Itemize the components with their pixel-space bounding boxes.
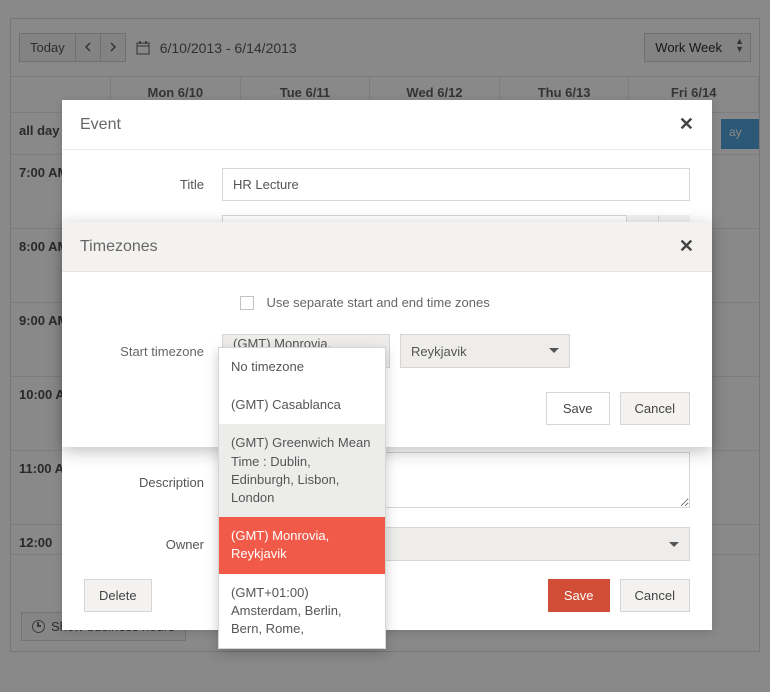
title-label: Title [84, 177, 222, 192]
timezones-modal-title: Timezones [80, 238, 679, 256]
timezone-dropdown-list[interactable]: No timezone (GMT) Casablanca (GMT) Green… [218, 347, 386, 649]
timezone-option[interactable]: (GMT+01:00) Amsterdam, Berlin, Bern, Rom… [219, 574, 385, 649]
description-label: Description [84, 475, 222, 490]
separate-tz-checkbox[interactable] [240, 296, 254, 310]
separate-tz-label: Use separate start and end time zones [266, 295, 489, 310]
cancel-button[interactable]: Cancel [620, 579, 690, 612]
city-dropdown-value: Reykjavik [411, 344, 467, 359]
delete-button[interactable]: Delete [84, 579, 152, 612]
close-icon[interactable]: ✕ [679, 236, 694, 257]
title-input[interactable] [222, 168, 690, 201]
tz-save-button[interactable]: Save [546, 392, 610, 425]
owner-label: Owner [84, 537, 222, 552]
timezone-option[interactable]: (GMT) Casablanca [219, 386, 385, 424]
timezones-modal: Timezones ✕ Use separate start and end t… [62, 222, 712, 447]
city-dropdown[interactable]: Reykjavik [400, 334, 570, 368]
timezone-option-selected[interactable]: (GMT) Monrovia, Reykjavik [219, 517, 385, 573]
save-button[interactable]: Save [548, 579, 610, 612]
tz-cancel-button[interactable]: Cancel [620, 392, 690, 425]
timezone-option[interactable]: No timezone [219, 348, 385, 386]
event-modal-title: Event [80, 116, 679, 134]
close-icon[interactable]: ✕ [679, 114, 694, 135]
timezone-option[interactable]: (GMT) Greenwich Mean Time : Dublin, Edin… [219, 424, 385, 517]
start-timezone-label: Start timezone [84, 344, 222, 359]
